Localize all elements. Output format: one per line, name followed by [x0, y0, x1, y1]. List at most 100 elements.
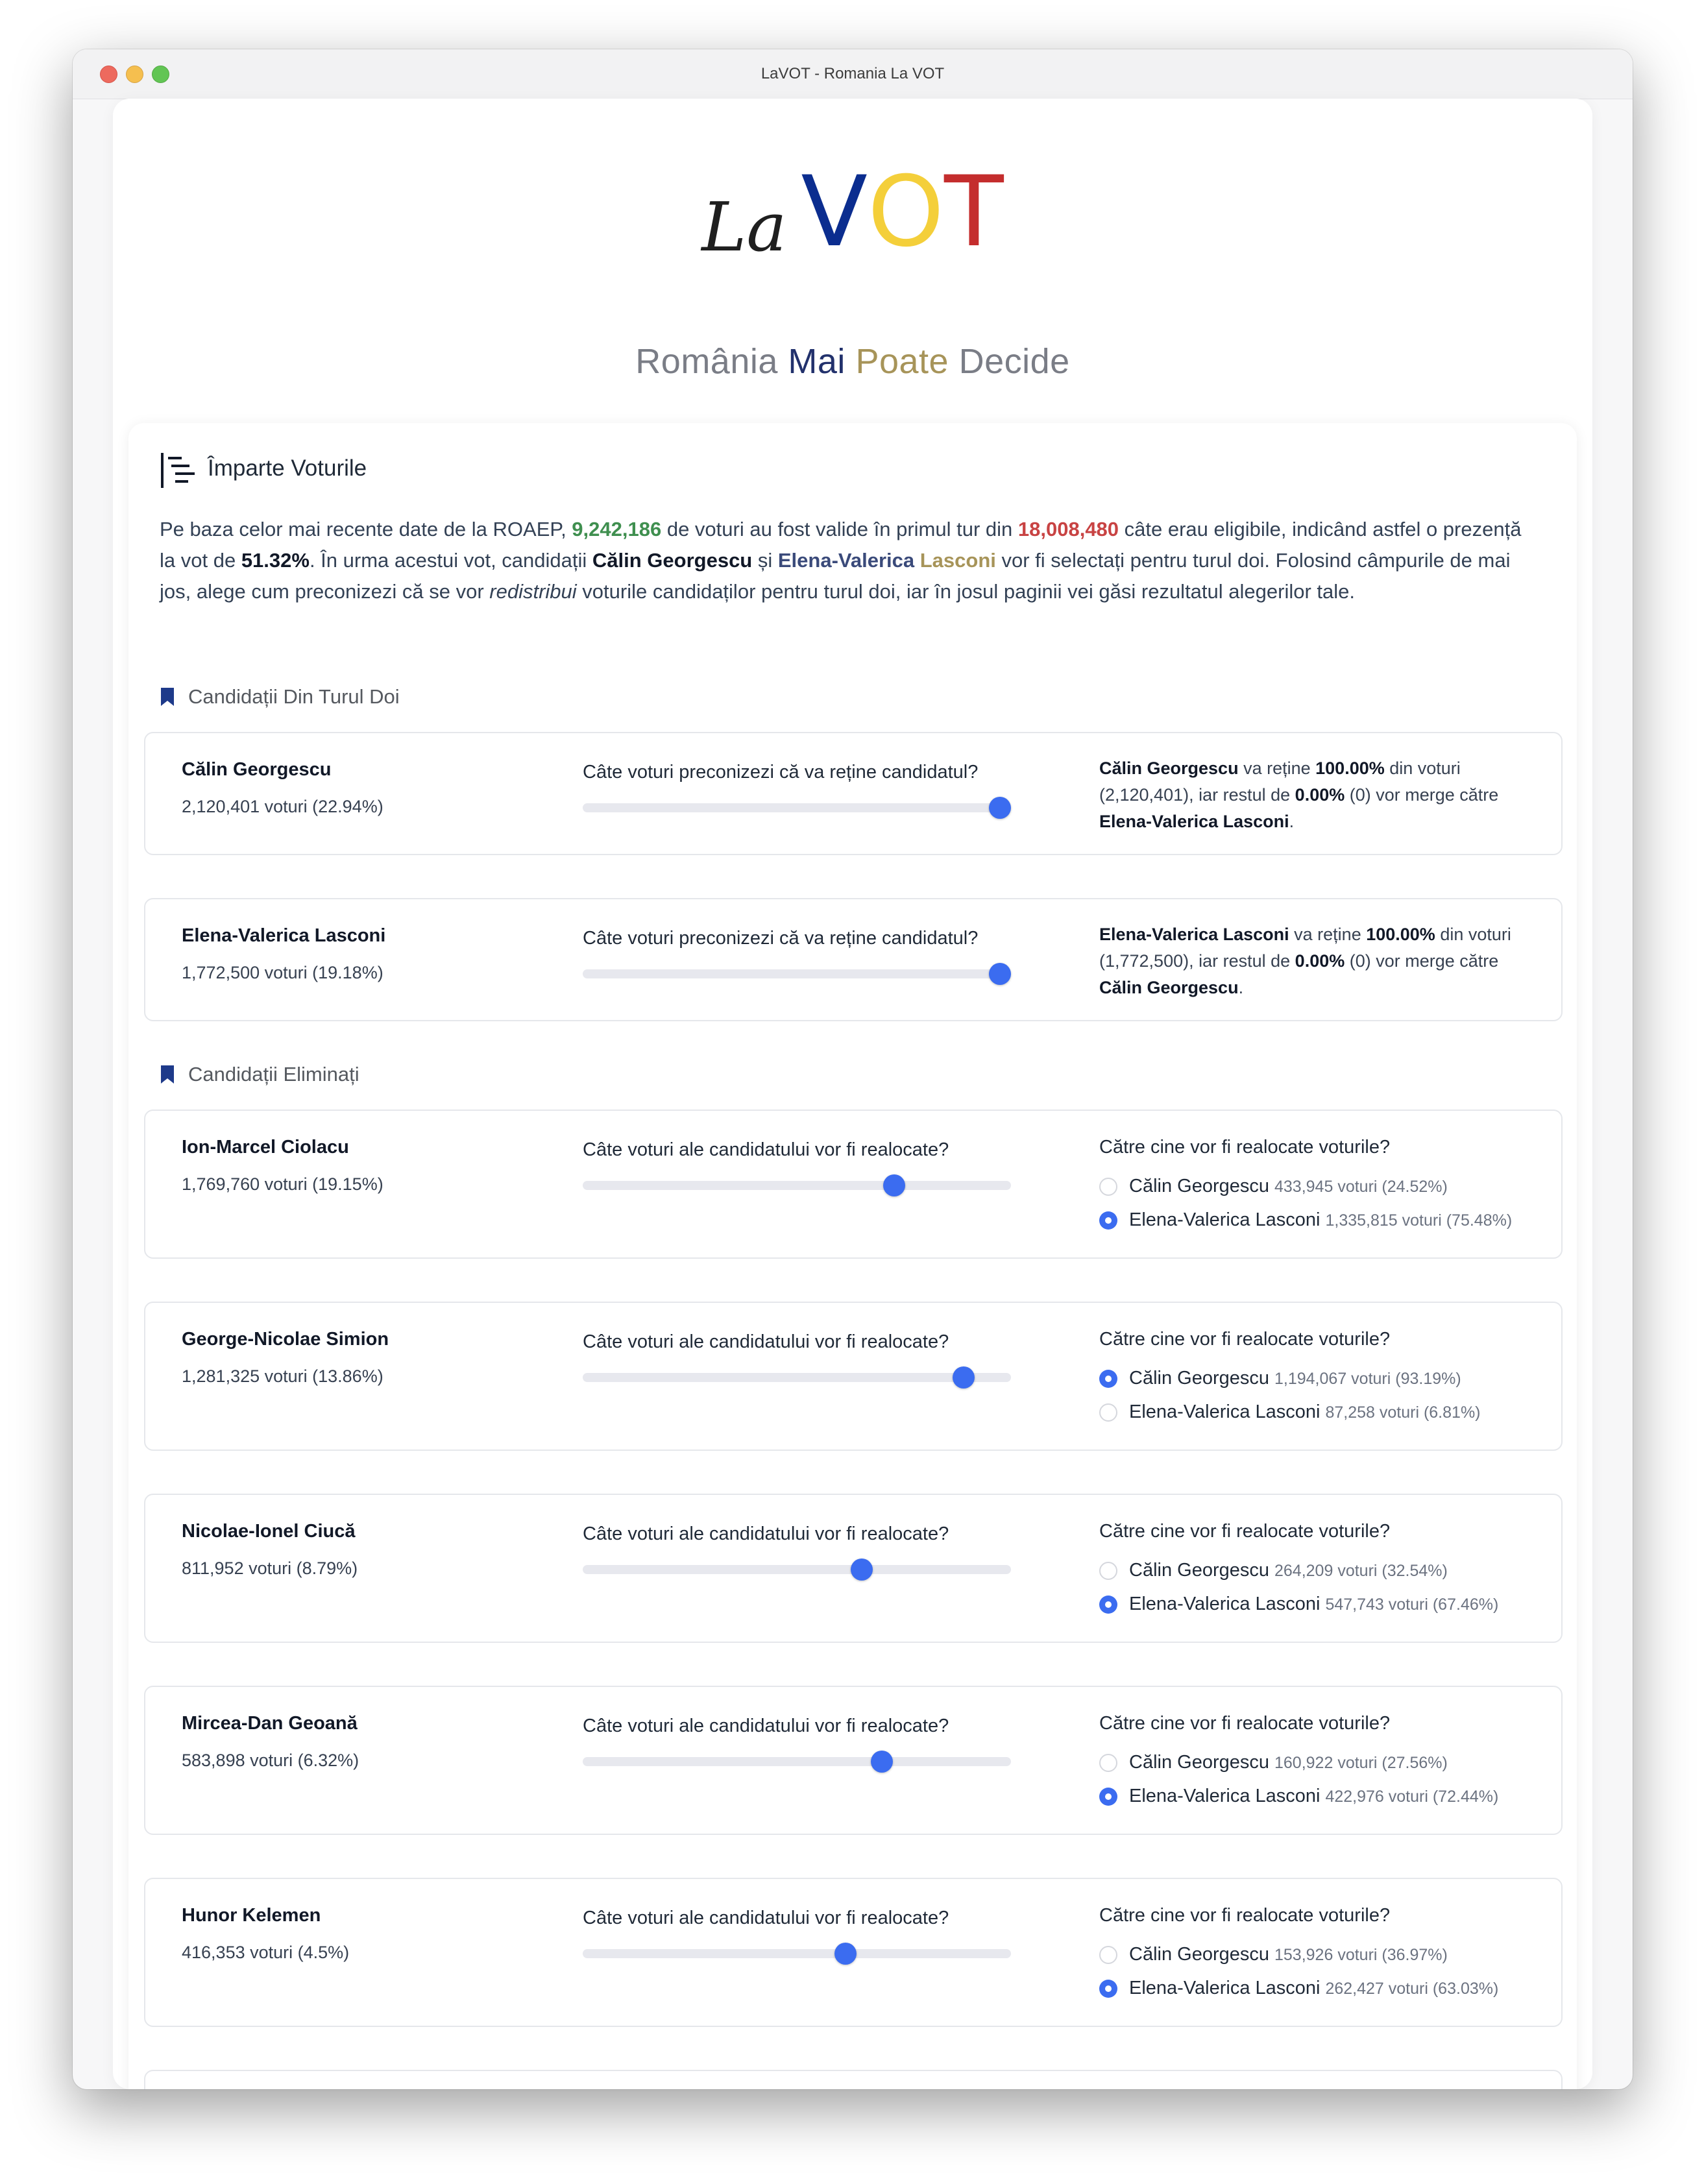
logo-o: O [867, 156, 945, 269]
slider-thumb[interactable] [989, 797, 1011, 819]
candidate-2-last-name: Lasconi [914, 549, 996, 572]
realloc-question: Câte voturi ale candidatului vor fi real… [583, 1908, 949, 1928]
option-name: Călin Georgescu [1129, 1560, 1269, 1581]
intro-text: voturile candidaților pentru turul doi, … [576, 580, 1355, 603]
option-label: Elena-Valerica Lasconi 422,976 voturi (72… [1129, 1786, 1498, 1807]
summary-other: Călin Georgescu [1099, 978, 1239, 997]
radio-button[interactable] [1099, 1178, 1117, 1196]
radio-button[interactable] [1099, 1211, 1117, 1230]
section-title-eliminated: Candidații Eliminați [188, 1063, 359, 1086]
realloc-slider[interactable] [583, 1751, 1011, 1773]
slider-thumb[interactable] [989, 963, 1011, 985]
intro-text: și [752, 549, 778, 572]
slider-thumb[interactable] [953, 1366, 975, 1389]
option-name: Călin Georgescu [1129, 1944, 1269, 1965]
tagline: România Mai Poate Decide [113, 341, 1592, 382]
option-name: Elena-Valerica Lasconi [1129, 1209, 1321, 1230]
option-label: Călin Georgescu 1,194,067 voturi (93.19%) [1129, 1368, 1461, 1389]
dest-question: Către cine vor fi realocate voturile? [1099, 1329, 1391, 1350]
retain-summary: Elena-Valerica Lasconi va reține 100.00%… [1099, 921, 1534, 1001]
summary-other: Elena-Valerica Lasconi [1099, 812, 1289, 831]
realloc-slider[interactable] [583, 1366, 1011, 1389]
summary-text: . [1238, 978, 1244, 997]
candidate-name: Hunor Kelemen [182, 1905, 321, 1926]
eliminated-row: Nicolae-Ionel Ciucă 811,952 voturi (8.79… [144, 1494, 1563, 1643]
tagline-word-3: Poate [855, 342, 949, 381]
dest-question: Către cine vor fi realocate voturile? [1099, 1905, 1391, 1926]
logo-v: V [801, 156, 868, 269]
radio-button[interactable] [1099, 1562, 1117, 1580]
section-title-round2: Candidații Din Turul Doi [188, 685, 400, 708]
summary-text: (0) vor merge către [1345, 785, 1499, 805]
eliminated-row: Hunor Kelemen 416,353 voturi (4.5%) Câte… [144, 1878, 1563, 2027]
option-label: Călin Georgescu 160,922 voturi (27.56%) [1129, 1752, 1448, 1773]
finalist-row: Elena-Valerica Lasconi 1,772,500 voturi … [144, 898, 1563, 1021]
candidate-votes: 811,952 voturi (8.79%) [182, 1559, 358, 1578]
option-meta: 547,743 voturi (67.46%) [1325, 1596, 1499, 1614]
split-list-icon [161, 453, 195, 488]
candidate-name: Elena-Valerica Lasconi [182, 925, 386, 946]
option-label: Călin Georgescu 153,926 voturi (36.97%) [1129, 1944, 1448, 1965]
slider-thumb[interactable] [851, 1559, 873, 1581]
eliminated-row: George-Nicolae Simion 1,281,325 voturi (… [144, 1302, 1563, 1451]
summary-name: Călin Georgescu [1099, 758, 1239, 778]
bookmark-icon [161, 688, 174, 706]
tagline-word-2: Mai [788, 342, 846, 381]
option-label: Elena-Valerica Lasconi 262,427 voturi (63… [1129, 1978, 1498, 1999]
option-name: Elena-Valerica Lasconi [1129, 1978, 1321, 1998]
radio-button[interactable] [1099, 1946, 1117, 1964]
radio-button[interactable] [1099, 1596, 1117, 1614]
eliminated-row: Ion-Marcel Ciolacu 1,769,760 voturi (19.… [144, 1110, 1563, 1259]
slider-thumb[interactable] [834, 1943, 857, 1965]
eliminated-row-partial [144, 2070, 1563, 2089]
title-bar: LaVOT - Romania La VOT [73, 49, 1633, 99]
radio-button[interactable] [1099, 1754, 1117, 1772]
intro-text: . În urma acestui vot, candidații [309, 549, 592, 572]
app-window: LaVOT - Romania La VOT La VOT România Mai… [73, 49, 1633, 2089]
radio-button[interactable] [1099, 1370, 1117, 1388]
option-name: Elena-Valerica Lasconi [1129, 1401, 1321, 1422]
candidate-votes: 416,353 voturi (4.5%) [182, 1943, 350, 1962]
candidate-name: Mircea-Dan Geoană [182, 1713, 358, 1734]
realloc-question: Câte voturi ale candidatului vor fi real… [583, 1139, 949, 1160]
retain-slider[interactable] [583, 797, 1011, 819]
radio-button[interactable] [1099, 1980, 1117, 1998]
option-meta: 433,945 voturi (24.52%) [1274, 1178, 1448, 1196]
candidate-votes: 583,898 voturi (6.32%) [182, 1751, 359, 1770]
page-content: La VOT România Mai Poate Decide Împarte V… [113, 99, 1592, 2089]
tagline-word-1: România [635, 342, 778, 381]
logo-la: La [701, 188, 787, 267]
candidate-votes: 1,769,760 voturi (19.15%) [182, 1174, 383, 1194]
tagline-word-4: Decide [958, 342, 1070, 381]
bookmark-icon [161, 1065, 174, 1084]
slider-thumb[interactable] [871, 1751, 893, 1773]
option-label: Elena-Valerica Lasconi 1,335,815 voturi (… [1129, 1209, 1512, 1231]
realloc-slider[interactable] [583, 1174, 1011, 1196]
option-label: Elena-Valerica Lasconi 547,743 voturi (67… [1129, 1594, 1498, 1615]
intro-text: de voturi au fost valide în primul tur d… [661, 518, 1018, 540]
radio-button[interactable] [1099, 1403, 1117, 1422]
option-label: Călin Georgescu 433,945 voturi (24.52%) [1129, 1176, 1448, 1197]
radio-button[interactable] [1099, 1788, 1117, 1806]
realloc-slider[interactable] [583, 1559, 1011, 1581]
summary-name: Elena-Valerica Lasconi [1099, 925, 1289, 944]
card-title: Împarte Voturile [208, 455, 367, 481]
dest-question: Către cine vor fi realocate voturile? [1099, 1137, 1391, 1158]
realloc-slider[interactable] [583, 1943, 1011, 1965]
option-meta: 87,258 voturi (6.81%) [1325, 1403, 1481, 1422]
option-name: Elena-Valerica Lasconi [1129, 1786, 1321, 1806]
option-name: Elena-Valerica Lasconi [1129, 1594, 1321, 1614]
option-label: Elena-Valerica Lasconi 87,258 voturi (6.8… [1129, 1401, 1481, 1423]
la-vot-logo: La VOT [113, 164, 1592, 287]
intro-text: Pe baza celor mai recente date de la ROA… [160, 518, 572, 540]
slider-thumb[interactable] [883, 1174, 905, 1196]
summary-text: (0) vor merge către [1345, 951, 1499, 971]
candidate-name: George-Nicolae Simion [182, 1329, 389, 1350]
option-meta: 1,335,815 voturi (75.48%) [1325, 1211, 1513, 1230]
logo-t: T [944, 156, 1004, 269]
retain-slider[interactable] [583, 963, 1011, 985]
summary-text: va reține [1238, 758, 1316, 778]
summary-rest: 0.00% [1295, 951, 1345, 971]
redistribute-emphasis: redistribui [489, 580, 577, 603]
option-meta: 264,209 voturi (32.54%) [1274, 1562, 1448, 1580]
